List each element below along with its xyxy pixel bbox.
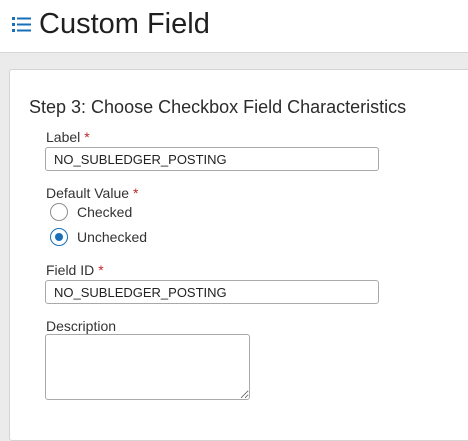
label-field-label: Label * bbox=[46, 129, 90, 145]
field-id-input[interactable] bbox=[45, 280, 379, 304]
field-id-label-text: Field ID bbox=[46, 262, 95, 278]
field-id-label: Field ID * bbox=[46, 262, 104, 278]
page-header: Custom Field bbox=[0, 0, 468, 53]
radio-option-unchecked[interactable]: Unchecked bbox=[50, 227, 147, 247]
description-label: Description bbox=[46, 318, 117, 334]
label-field-label-text: Label bbox=[46, 129, 81, 145]
default-value-label-text: Default Value bbox=[46, 185, 130, 201]
required-marker: * bbox=[133, 185, 139, 201]
radio-label-checked: Checked bbox=[77, 204, 133, 220]
label-input[interactable] bbox=[45, 147, 379, 171]
default-value-label: Default Value * bbox=[46, 185, 138, 201]
radio-button-checked[interactable] bbox=[50, 203, 68, 221]
step-title: Step 3: Choose Checkbox Field Characteri… bbox=[29, 97, 407, 117]
radio-button-unchecked[interactable] bbox=[50, 228, 68, 246]
radio-option-checked[interactable]: Checked bbox=[50, 202, 132, 222]
description-textarea[interactable] bbox=[45, 334, 250, 400]
required-marker: * bbox=[84, 129, 90, 145]
radio-label-unchecked: Unchecked bbox=[77, 229, 148, 245]
page-title: Custom Field bbox=[39, 8, 210, 40]
list-icon[interactable] bbox=[12, 16, 31, 33]
required-marker: * bbox=[98, 262, 104, 278]
radio-selected-dot bbox=[55, 233, 63, 241]
